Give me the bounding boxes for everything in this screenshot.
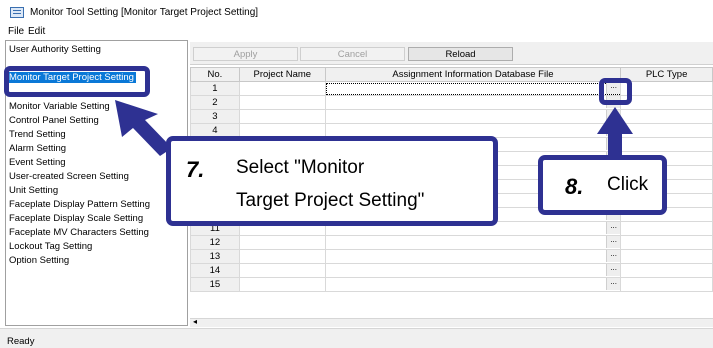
arrow-to-browse-button (597, 107, 633, 158)
callout-step-8-number: 8. (565, 174, 584, 199)
callout-step-7-number: 7. (186, 157, 205, 182)
arrow-to-sidebar (115, 100, 172, 156)
callout-step-8-text: Click (607, 174, 649, 195)
callout-step-7-line2: Target Project Setting" (236, 190, 425, 211)
callout-step-7-line1: Select "Monitor (236, 157, 365, 178)
